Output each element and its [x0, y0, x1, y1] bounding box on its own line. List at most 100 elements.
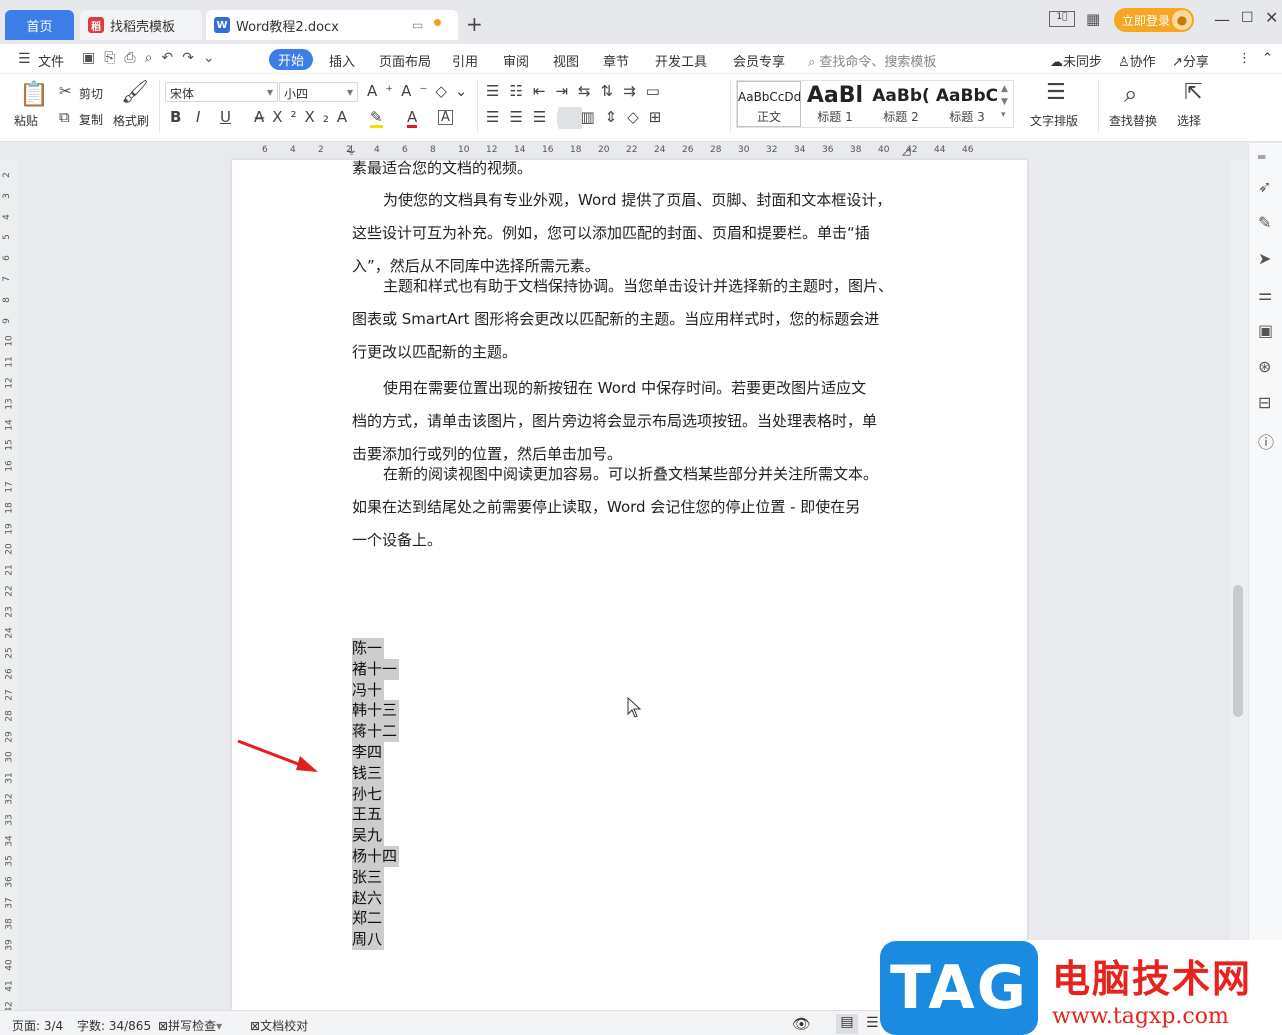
select-label[interactable]: 选择 — [1177, 112, 1201, 129]
layout-icon[interactable]: 1⃞ — [1049, 11, 1075, 27]
menu-page-layout[interactable]: 页面布局 — [379, 51, 431, 70]
font-size-tools[interactable]: A⁺A⁻◇⌄ — [367, 84, 475, 99]
ruler-tick-label: 28 — [4, 710, 15, 722]
select-cursor-icon[interactable]: ⇱ — [1184, 82, 1202, 104]
italic-icon[interactable]: I — [196, 110, 200, 125]
highlight-icon[interactable]: ✎ — [370, 110, 383, 128]
outline-view-icon[interactable]: ☰ — [866, 1015, 879, 1031]
find-replace-label[interactable]: 查找替换 — [1109, 112, 1157, 129]
book-icon[interactable]: ⊟ — [1258, 393, 1271, 412]
tab-home[interactable]: 首页 — [5, 10, 74, 40]
selected-name-item[interactable]: 吴九 — [352, 825, 385, 847]
font-size-select[interactable]: 小四 ▾ — [279, 82, 358, 102]
styles-scroll-icon[interactable]: ▲ ▼ ▾ — [1001, 83, 1008, 122]
paste-icon[interactable]: 📋 — [19, 82, 49, 106]
char-border-icon[interactable]: A — [438, 110, 453, 125]
scrollbar-thumb[interactable] — [1233, 585, 1243, 717]
selected-name-item[interactable]: 王五 — [352, 804, 385, 826]
find-replace-icon[interactable]: ⌕ — [1124, 82, 1137, 106]
text-layout-label[interactable]: 文字排版 — [1030, 112, 1078, 129]
pointer-icon[interactable]: ➤ — [1258, 249, 1271, 268]
image-ai-icon[interactable]: ▣ — [1258, 321, 1273, 340]
format-painter-icon[interactable]: 🖌 — [121, 82, 149, 104]
font-family-select[interactable]: 宋体 ▾ — [165, 82, 278, 102]
doc-proof[interactable]: ⊠文档校对 — [250, 1017, 308, 1034]
selected-name-item[interactable]: 陈一 — [352, 638, 385, 659]
spell-check[interactable]: ⊠拼写检查▾ — [158, 1017, 222, 1034]
font-color-icon[interactable]: A — [407, 110, 418, 128]
menu-section[interactable]: 章节 — [603, 51, 629, 70]
menu-developer[interactable]: 开发工具 — [655, 51, 707, 70]
menu-references[interactable]: 引用 — [452, 51, 478, 70]
sync-status[interactable]: ☁未同步 — [1050, 51, 1102, 70]
text-layout-icon[interactable]: ☰ — [1046, 82, 1066, 104]
page-indicator[interactable]: 页面: 3/4 — [12, 1017, 63, 1034]
tab-template[interactable]: 稻 找稻壳模板 — [80, 10, 202, 40]
vertical-ruler[interactable]: 2 3 4 5 6 7 8 9 10 11 12 13 14 15 16 17 18 19 20 21 22 23 24 25… — [0, 160, 18, 1013]
sliders-icon[interactable]: ⚌ — [1258, 285, 1272, 304]
maximize-button[interactable]: ☐ — [1241, 10, 1254, 26]
monitor-icon[interactable]: ▭ — [412, 18, 423, 32]
tab-document[interactable]: W Word教程2.docx ▭ — [206, 10, 458, 40]
ruler-tick-label: 4 — [1, 213, 12, 220]
ruler-tick-label: 16 — [4, 460, 15, 472]
sidebar-collapse-icon[interactable]: ═ — [1258, 150, 1265, 164]
hamburger-icon[interactable]: ☰ — [18, 51, 31, 67]
paragraph-tools-top[interactable]: ☰☷⇤⇥⇆⇅⇉▭ — [486, 84, 670, 99]
style-heading2[interactable]: AaBb( 标题 2 — [869, 81, 933, 127]
selected-name-item[interactable]: 冯十 — [352, 679, 385, 701]
compass-icon[interactable]: ⊛ — [1258, 357, 1271, 376]
rocket-icon[interactable]: ➶ — [1258, 177, 1271, 196]
styles-gallery[interactable]: AaBbCcDd 正文 AaBl 标题 1 AaBb( 标题 2 AaBbC 标… — [736, 80, 1014, 128]
menu-home[interactable]: 开始 — [269, 49, 313, 70]
selected-name-item[interactable]: 李四 — [352, 742, 385, 763]
collab-button[interactable]: ♙协作 — [1118, 51, 1156, 70]
copy-label[interactable]: 复制 — [79, 111, 103, 128]
selected-name-item[interactable]: 郑二 — [352, 908, 385, 930]
font-effects-icons[interactable]: A̶X²X₂A — [254, 110, 355, 125]
menu-view[interactable]: 视图 — [553, 51, 579, 70]
style-heading3[interactable]: AaBbC 标题 3 — [935, 81, 999, 127]
selected-name-item[interactable]: 赵六 — [352, 887, 385, 909]
selected-name-item[interactable]: 蒋十二 — [352, 721, 400, 743]
collapse-ribbon-icon[interactable]: ⌃ — [1262, 51, 1273, 66]
pen-icon[interactable]: ✎ — [1258, 213, 1271, 232]
scissors-icon[interactable]: ✂ — [59, 84, 72, 99]
ruler-tick-label: 33 — [4, 814, 15, 826]
sync-label: 未同步 — [1063, 55, 1103, 70]
underline-icon[interactable]: U — [220, 110, 231, 125]
bold-icon[interactable]: B — [170, 110, 181, 125]
share-button[interactable]: ↗分享 — [1172, 51, 1209, 70]
format-painter-label[interactable]: 格式刷 — [113, 112, 149, 129]
menu-review[interactable]: 审阅 — [503, 51, 529, 70]
word-count[interactable]: 字数: 34/865 — [77, 1017, 151, 1034]
page-view-icon[interactable]: ▤ — [836, 1014, 858, 1034]
eye-protection-icon[interactable]: 👁 — [792, 1015, 811, 1033]
selected-name-item[interactable]: 张三 — [352, 866, 385, 888]
selected-name-item[interactable]: 褚十一 — [352, 658, 400, 680]
selected-name-item[interactable]: 杨十四 — [352, 846, 400, 867]
selected-name-item[interactable]: 孙七 — [352, 783, 385, 805]
selected-name-item[interactable]: 钱三 — [352, 762, 385, 784]
grid-apps-icon[interactable]: ▦ — [1086, 10, 1100, 28]
close-button[interactable]: ✕ — [1265, 8, 1278, 27]
menu-insert[interactable]: 插入 — [329, 51, 355, 70]
more-menu-icon[interactable]: ⋮ — [1238, 51, 1251, 66]
new-tab-button[interactable]: + — [466, 12, 483, 36]
minimize-button[interactable]: — — [1214, 10, 1230, 29]
cut-label[interactable]: 剪切 — [79, 85, 103, 102]
selected-name-item[interactable]: 周八 — [352, 929, 385, 951]
menu-file[interactable]: 文件 — [38, 51, 64, 70]
menu-member[interactable]: 会员专享 — [733, 51, 785, 70]
docer-icon: 稻 — [88, 17, 104, 33]
help-icon[interactable]: ⓘ — [1258, 429, 1274, 453]
search-command[interactable]: ⌕ 查找命令、搜索模板 — [808, 51, 936, 70]
quick-access-toolbar[interactable]: ▣⎘⎙⌕↶↷⌄ — [82, 50, 224, 66]
style-normal[interactable]: AaBbCcDd 正文 — [737, 81, 801, 127]
copy-icon[interactable]: ⧉ — [59, 110, 70, 125]
style-heading1[interactable]: AaBl 标题 1 — [803, 81, 867, 127]
paste-label[interactable]: 粘贴 — [14, 112, 38, 129]
login-button[interactable]: 立即登录 ● — [1114, 8, 1194, 32]
selected-name-item[interactable]: 韩十三 — [352, 700, 400, 722]
style-heading3-label: 标题 3 — [949, 110, 985, 124]
